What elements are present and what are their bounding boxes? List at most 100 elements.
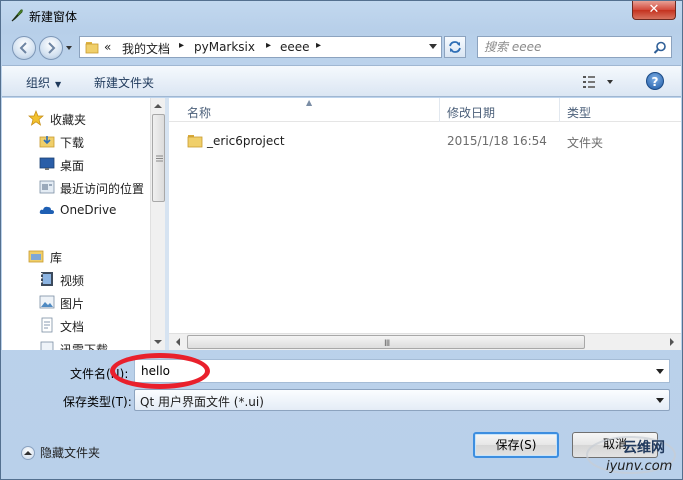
column-divider[interactable]: [559, 98, 560, 122]
breadcrumb-documents[interactable]: 我的文档: [122, 40, 170, 57]
nav-libraries-label: 库: [50, 251, 63, 265]
scroll-left-icon[interactable]: [174, 338, 182, 346]
red-highlight-circle: [110, 353, 210, 389]
file-row[interactable]: _eric6project 2015/1/18 16:54 文件夹: [169, 130, 681, 152]
sort-ascending-icon: ▲: [306, 98, 313, 107]
nav-item-label: OneDrive: [60, 203, 117, 217]
refresh-button[interactable]: [444, 36, 466, 58]
nav-item-thunder-downloads[interactable]: 迅雷下载: [2, 338, 152, 350]
nav-item-pictures[interactable]: 图片: [2, 292, 152, 312]
save-button[interactable]: 保存(S): [473, 432, 559, 458]
breadcrumb-separator[interactable]: ▸: [266, 40, 271, 51]
filename-combobox[interactable]: [134, 359, 670, 383]
column-modified[interactable]: 修改日期: [447, 104, 495, 121]
title-bar[interactable]: 新建窗体 ✕: [1, 1, 682, 31]
organize-label: 组织: [26, 76, 51, 90]
watermark-title: 云维网: [623, 440, 665, 456]
nav-favorites-header[interactable]: 收藏夹: [2, 108, 152, 128]
nav-item-recent-places[interactable]: 最近访问的位置: [2, 177, 152, 197]
nav-item-label: 迅雷下载: [60, 343, 109, 350]
search-input[interactable]: [482, 39, 652, 55]
recent-pages-dropdown-icon[interactable]: [65, 43, 73, 53]
documents-icon: [41, 317, 53, 333]
nav-scroll-thumb[interactable]: [152, 114, 165, 202]
column-type[interactable]: 类型: [567, 104, 591, 121]
filetype-value: Qt 用户界面文件 (*.ui): [140, 395, 264, 409]
hscroll-thumb[interactable]: Ⅲ: [187, 335, 585, 349]
hide-folders-toggle[interactable]: 隐藏文件夹: [21, 444, 100, 461]
nav-item-documents[interactable]: 文档: [2, 315, 152, 335]
breadcrumb-overflow[interactable]: «: [104, 40, 111, 54]
address-bar[interactable]: « 我的文档 ▸ pyMarksix ▸ eeee ▸: [79, 36, 442, 58]
arrow-left-icon: [19, 42, 27, 54]
organize-button[interactable]: 组织 ▼: [26, 74, 61, 91]
breadcrumb-pymarksix[interactable]: pyMarksix: [194, 40, 255, 54]
filetype-select[interactable]: Qt 用户界面文件 (*.ui): [134, 389, 670, 411]
nav-item-videos[interactable]: 视频: [2, 269, 152, 289]
nav-item-downloads[interactable]: 下载: [2, 131, 152, 151]
search-box[interactable]: [477, 36, 672, 58]
search-icon[interactable]: [653, 41, 667, 55]
breadcrumb-separator[interactable]: ▸: [179, 40, 184, 51]
pictures-icon: [39, 295, 55, 309]
chevron-down-icon[interactable]: [656, 369, 664, 374]
file-name: _eric6project: [207, 134, 285, 148]
scroll-right-icon[interactable]: [668, 338, 676, 346]
nav-item-label: 文档: [60, 320, 85, 334]
change-view-icon[interactable]: [582, 74, 616, 90]
nav-pane-scrollbar[interactable]: [150, 98, 165, 350]
column-header-row: ▲ 名称 修改日期 类型: [169, 98, 681, 122]
nav-favorites-label: 收藏夹: [50, 113, 87, 127]
desktop-icon: [39, 157, 55, 170]
chevron-down-icon[interactable]: [656, 398, 664, 403]
nav-item-desktop[interactable]: 桌面: [2, 154, 152, 174]
nav-item-label: 视频: [60, 274, 85, 288]
column-name[interactable]: 名称: [187, 104, 211, 121]
arrow-right-icon: [48, 42, 56, 54]
thunder-download-icon: [40, 341, 54, 350]
navigation-pane: 收藏夹 下载 桌面 最近访问的位置 OneDrive 库 视频 图片 文档 迅雷…: [2, 98, 165, 350]
command-toolbar: 组织 ▼ 新建文件夹 ?: [2, 65, 681, 97]
file-modified: 2015/1/18 16:54: [447, 134, 547, 148]
file-type: 文件夹: [567, 136, 604, 150]
filename-input[interactable]: [139, 363, 644, 379]
scroll-up-icon[interactable]: [154, 102, 162, 110]
column-divider[interactable]: [439, 98, 440, 122]
forward-button[interactable]: [39, 36, 63, 60]
filetype-label: 保存类型(T):: [63, 395, 132, 409]
nav-item-label: 图片: [60, 297, 85, 311]
file-list-pane: ▲ 名称 修改日期 类型 _eric6project 2015/1/18 16:…: [169, 98, 681, 350]
onedrive-cloud-icon: [39, 206, 54, 214]
folder-icon: [187, 135, 203, 148]
watermark-url: iyunv.com: [606, 459, 673, 474]
window-title: 新建窗体: [29, 10, 78, 24]
grip-icon: Ⅲ: [384, 339, 391, 349]
back-button[interactable]: [12, 36, 36, 60]
nav-item-label: 下载: [60, 136, 85, 150]
library-icon: [28, 250, 44, 263]
chevron-up-icon: [21, 446, 35, 460]
breadcrumb-separator[interactable]: ▸: [316, 40, 321, 51]
refresh-icon: [449, 41, 461, 53]
new-folder-button[interactable]: 新建文件夹: [94, 74, 154, 91]
folder-icon: [85, 42, 99, 54]
recent-places-icon: [39, 180, 55, 194]
breadcrumb-eeee[interactable]: eeee: [280, 40, 310, 54]
video-icon: [41, 272, 53, 286]
scroll-down-icon[interactable]: [154, 338, 162, 346]
grip-icon: [156, 155, 163, 162]
star-icon: [28, 110, 44, 126]
save-dialog-window: 新建窗体 ✕ « 我的文档 ▸ pyMarksix ▸ eeee ▸ 搜索 ee…: [0, 0, 683, 480]
nav-libraries-header[interactable]: 库: [2, 246, 152, 266]
nav-item-onedrive[interactable]: OneDrive: [2, 200, 152, 220]
download-folder-icon: [39, 136, 55, 148]
chevron-down-icon: ▼: [55, 80, 62, 89]
app-feather-icon: [11, 9, 23, 22]
close-button[interactable]: ✕: [632, 1, 676, 20]
help-button[interactable]: ?: [646, 72, 664, 90]
nav-item-label: 桌面: [60, 159, 85, 173]
nav-item-label: 最近访问的位置: [60, 182, 145, 196]
file-list-hscrollbar[interactable]: Ⅲ: [169, 333, 681, 350]
hide-folders-label: 隐藏文件夹: [40, 446, 101, 460]
address-history-dropdown-icon[interactable]: [429, 44, 437, 50]
